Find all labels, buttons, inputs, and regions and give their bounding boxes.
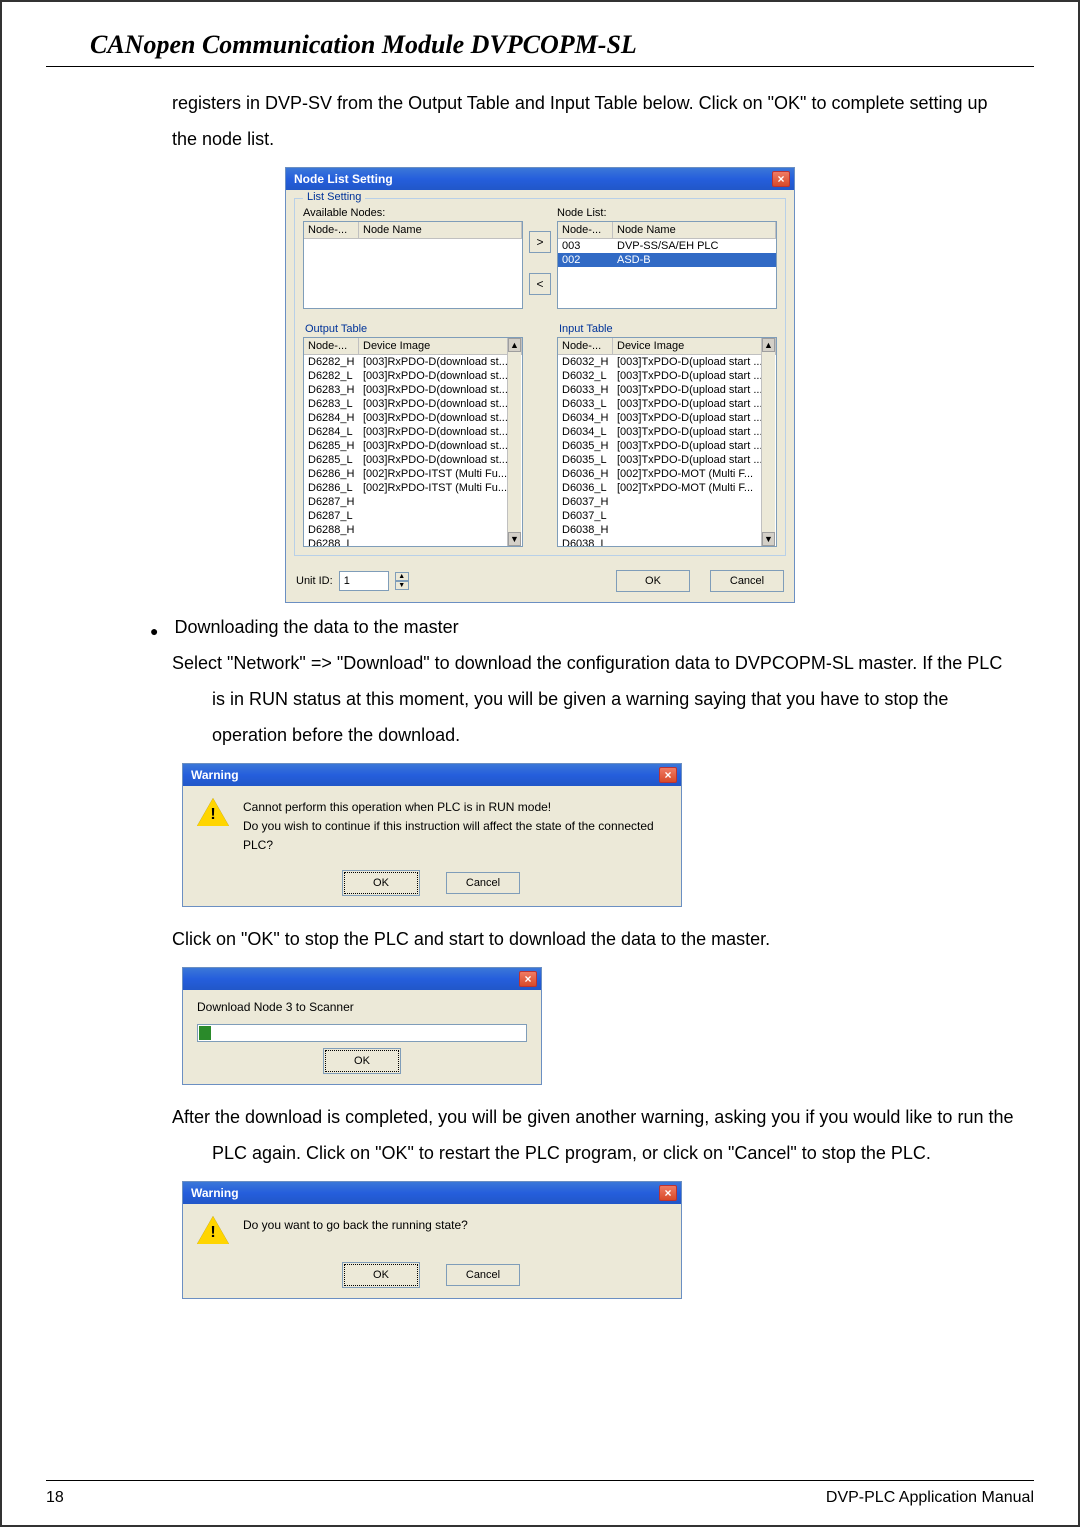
warning-icon: !: [197, 1216, 229, 1248]
table-row[interactable]: D6036_L[002]TxPDO-MOT (Multi F...: [558, 481, 776, 495]
page-title: CANopen Communication Module DVPCOPM-SL: [46, 2, 1034, 67]
table-row[interactable]: D6286_L[002]RxPDO-ITST (Multi Fu...: [304, 481, 522, 495]
paragraph: Click on "OK" to stop the PLC and start …: [2, 921, 1078, 957]
table-row[interactable]: D6282_H[003]RxPDO-D(download st...: [304, 355, 522, 369]
table-row[interactable]: D6284_H[003]RxPDO-D(download st...: [304, 411, 522, 425]
dialog-titlebar[interactable]: Warning ×: [183, 1182, 681, 1204]
ok-button[interactable]: OK: [616, 570, 690, 592]
node-list-label: Node List:: [557, 207, 777, 219]
table-row[interactable]: D6283_H[003]RxPDO-D(download st...: [304, 383, 522, 397]
scrollbar[interactable]: ▲ ▼: [507, 338, 521, 546]
table-row[interactable]: D6037_H: [558, 495, 776, 509]
dialog-title: Warning: [191, 768, 239, 782]
scroll-up-icon[interactable]: ▲: [508, 338, 521, 352]
table-row[interactable]: D6284_L[003]RxPDO-D(download st...: [304, 425, 522, 439]
table-row[interactable]: D6034_H[003]TxPDO-D(upload start ...: [558, 411, 776, 425]
table-row[interactable]: D6035_L[003]TxPDO-D(upload start ...: [558, 453, 776, 467]
move-right-button[interactable]: >: [529, 231, 551, 253]
group-legend: List Setting: [303, 191, 365, 203]
table-row[interactable]: D6288_L: [304, 537, 522, 547]
scrollbar[interactable]: ▲ ▼: [761, 338, 775, 546]
ok-button[interactable]: OK: [325, 1050, 399, 1072]
dialog-titlebar[interactable]: ×: [183, 968, 541, 990]
move-left-button[interactable]: <: [529, 273, 551, 295]
scroll-up-icon[interactable]: ▲: [762, 338, 775, 352]
table-row[interactable]: D6288_H: [304, 523, 522, 537]
table-row[interactable]: D6037_L: [558, 509, 776, 523]
table-row[interactable]: D6036_H[002]TxPDO-MOT (Multi F...: [558, 467, 776, 481]
bullet-heading: Downloading the data to the master: [174, 617, 458, 638]
progress-dialog: × Download Node 3 to Scanner OK: [182, 967, 542, 1085]
table-row[interactable]: D6285_H[003]RxPDO-D(download st...: [304, 439, 522, 453]
output-table-label: Output Table: [305, 323, 523, 335]
paragraph: After the download is completed, you wil…: [2, 1099, 1078, 1171]
unit-id-input[interactable]: [339, 571, 389, 591]
col-name-header[interactable]: Node Name: [359, 222, 522, 238]
ok-button[interactable]: OK: [344, 1264, 418, 1286]
table-row[interactable]: D6032_L[003]TxPDO-D(upload start ...: [558, 369, 776, 383]
warning-line2: Do you wish to continue if this instruct…: [243, 817, 667, 855]
cancel-button[interactable]: Cancel: [446, 872, 520, 894]
table-row[interactable]: D6035_H[003]TxPDO-D(upload start ...: [558, 439, 776, 453]
output-table[interactable]: Node-... Device Image ▲ ▼ D6282_H[003]Rx…: [303, 337, 523, 547]
col-node-header[interactable]: Node-...: [304, 338, 359, 354]
close-icon[interactable]: ×: [659, 1185, 677, 1201]
table-row[interactable]: D6032_H[003]TxPDO-D(upload start ...: [558, 355, 776, 369]
node-list-dialog: Node List Setting × List Setting Availab…: [285, 167, 795, 603]
paragraph: Select "Network" => "Download" to downlo…: [2, 645, 1078, 753]
page-number: 18: [46, 1489, 64, 1507]
table-row[interactable]: D6287_L: [304, 509, 522, 523]
bullet-icon: ●: [150, 617, 158, 645]
table-row[interactable]: D6282_L[003]RxPDO-D(download st...: [304, 369, 522, 383]
table-row[interactable]: D6038_L: [558, 537, 776, 547]
list-setting-group: List Setting Available Nodes: Node-... N…: [294, 198, 786, 556]
table-row[interactable]: D6285_L[003]RxPDO-D(download st...: [304, 453, 522, 467]
input-table[interactable]: Node-... Device Image ▲ ▼ D6032_H[003]Tx…: [557, 337, 777, 547]
warning-line1: Cannot perform this operation when PLC i…: [243, 798, 667, 817]
warning-icon: !: [197, 798, 229, 830]
scroll-down-icon[interactable]: ▼: [508, 532, 521, 546]
table-row[interactable]: D6033_L[003]TxPDO-D(upload start ...: [558, 397, 776, 411]
col-node-header[interactable]: Node-...: [558, 338, 613, 354]
table-row[interactable]: D6283_L[003]RxPDO-D(download st...: [304, 397, 522, 411]
col-dev-header[interactable]: Device Image: [359, 338, 522, 354]
close-icon[interactable]: ×: [659, 767, 677, 783]
cancel-button[interactable]: Cancel: [446, 1264, 520, 1286]
dialog-titlebar[interactable]: Warning ×: [183, 764, 681, 786]
table-row[interactable]: D6038_H: [558, 523, 776, 537]
close-icon[interactable]: ×: [772, 171, 790, 187]
col-dev-header[interactable]: Device Image: [613, 338, 776, 354]
dialog-titlebar[interactable]: Node List Setting ×: [286, 168, 794, 190]
unit-id-spinner[interactable]: ▲▼: [395, 572, 409, 590]
intro-paragraph: registers in DVP-SV from the Output Tabl…: [2, 85, 1078, 157]
unit-id-label: Unit ID:: [296, 575, 333, 587]
available-nodes-list[interactable]: Node-... Node Name: [303, 221, 523, 309]
col-node-header[interactable]: Node-...: [558, 222, 613, 238]
warning-dialog: Warning × ! Do you want to go back the r…: [182, 1181, 682, 1299]
close-icon[interactable]: ×: [519, 971, 537, 987]
list-item[interactable]: 002 ASD-B: [558, 253, 776, 267]
ok-button[interactable]: OK: [344, 872, 418, 894]
node-list[interactable]: Node-... Node Name 003 DVP-SS/SA/EH PLC …: [557, 221, 777, 309]
table-row[interactable]: D6034_L[003]TxPDO-D(upload start ...: [558, 425, 776, 439]
col-node-header[interactable]: Node-...: [304, 222, 359, 238]
progress-fill: [199, 1026, 211, 1040]
dialog-title: Node List Setting: [294, 172, 393, 186]
footer-manual: DVP-PLC Application Manual: [826, 1489, 1034, 1507]
warning-line1: Do you want to go back the running state…: [243, 1216, 468, 1235]
table-row[interactable]: D6033_H[003]TxPDO-D(upload start ...: [558, 383, 776, 397]
available-nodes-label: Available Nodes:: [303, 207, 523, 219]
table-row[interactable]: D6286_H[002]RxPDO-ITST (Multi Fu...: [304, 467, 522, 481]
progress-label: Download Node 3 to Scanner: [197, 1000, 527, 1014]
col-name-header[interactable]: Node Name: [613, 222, 776, 238]
scroll-down-icon[interactable]: ▼: [762, 532, 775, 546]
dialog-title: Warning: [191, 1186, 239, 1200]
table-row[interactable]: D6287_H: [304, 495, 522, 509]
progress-bar: [197, 1024, 527, 1042]
cancel-button[interactable]: Cancel: [710, 570, 784, 592]
input-table-label: Input Table: [559, 323, 777, 335]
warning-dialog: Warning × ! Cannot perform this operatio…: [182, 763, 682, 907]
list-item[interactable]: 003 DVP-SS/SA/EH PLC: [558, 239, 776, 253]
